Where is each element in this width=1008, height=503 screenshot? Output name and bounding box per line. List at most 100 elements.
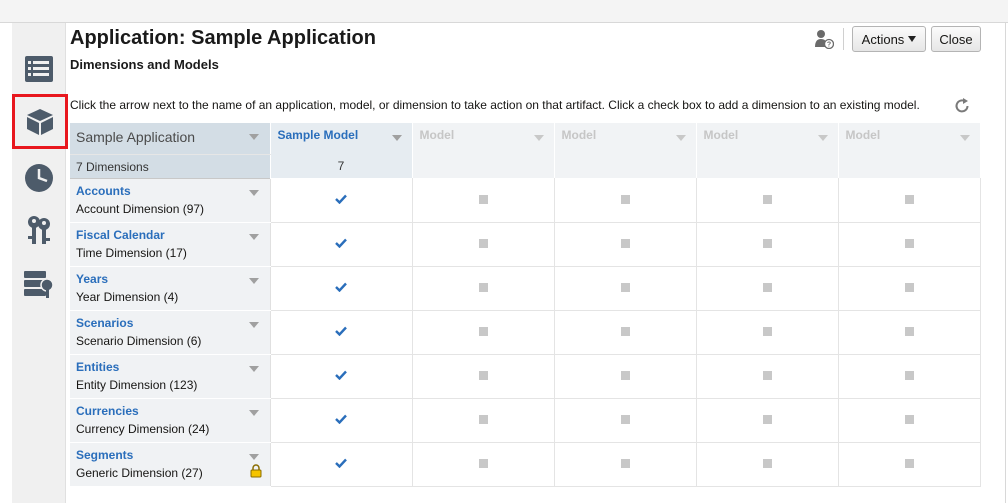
sidebar-item-overview[interactable] — [13, 43, 64, 95]
model-name: Model — [703, 128, 739, 142]
sidebar-item-databases[interactable] — [13, 258, 64, 310]
checkmark-icon[interactable] — [335, 326, 347, 336]
model-membership-cell — [696, 354, 839, 399]
empty-checkbox[interactable] — [904, 415, 914, 424]
empty-checkbox[interactable] — [904, 239, 914, 248]
empty-checkbox[interactable] — [478, 194, 488, 204]
dimension-count-cell: 7 Dimensions — [70, 154, 270, 179]
empty-checkbox[interactable] — [478, 327, 488, 336]
model-menu-arrow-icon[interactable] — [959, 135, 970, 141]
model-membership-cell — [838, 222, 981, 267]
dimension-menu-arrow-icon[interactable] — [249, 189, 259, 196]
checkmark-icon[interactable] — [335, 370, 347, 380]
empty-checkbox[interactable] — [762, 239, 772, 248]
model-menu-arrow-icon[interactable] — [391, 135, 402, 141]
empty-checkbox[interactable] — [904, 459, 914, 468]
dimension-menu-arrow-icon[interactable] — [249, 233, 259, 240]
dimension-name-link[interactable]: Accounts — [76, 184, 131, 198]
empty-checkbox[interactable] — [478, 459, 488, 468]
empty-checkbox[interactable] — [762, 415, 772, 424]
empty-checkbox[interactable] — [904, 371, 914, 380]
dimension-cell: Segments Generic Dimension (27) — [70, 442, 271, 487]
dimension-type: Account Dimension (97) — [76, 201, 205, 216]
cube-icon — [27, 108, 53, 135]
model-membership-cell — [696, 222, 839, 267]
empty-checkbox[interactable] — [478, 239, 488, 248]
dimension-cell: Fiscal Calendar Time Dimension (17) — [70, 222, 271, 267]
dimension-name-link[interactable]: Scenarios — [76, 316, 133, 330]
empty-checkbox[interactable] — [762, 371, 772, 380]
checkmark-icon[interactable] — [335, 282, 347, 292]
database-key-icon — [23, 271, 54, 298]
dimension-menu-arrow-icon[interactable] — [249, 321, 259, 328]
dimension-menu-arrow-icon[interactable] — [249, 453, 259, 460]
model-membership-cell — [270, 398, 413, 443]
table-row: Currencies Currency Dimension (24) — [70, 398, 981, 443]
empty-checkbox[interactable] — [620, 459, 630, 468]
model-membership-cell — [412, 222, 555, 267]
empty-checkbox[interactable] — [904, 194, 914, 204]
empty-checkbox[interactable] — [904, 327, 914, 336]
empty-checkbox[interactable] — [904, 283, 914, 292]
model-name[interactable]: Sample Model — [278, 128, 359, 142]
model-membership-cell — [838, 398, 981, 443]
close-button[interactable]: Close — [931, 26, 981, 52]
checkmark-icon[interactable] — [335, 458, 347, 468]
user-help-icon[interactable]: ? — [814, 29, 834, 49]
dimension-menu-arrow-icon[interactable] — [249, 409, 259, 416]
top-header-strip — [0, 0, 1008, 23]
model-menu-arrow-icon[interactable] — [675, 135, 686, 141]
empty-checkbox[interactable] — [620, 194, 630, 204]
model-membership-cell — [696, 178, 839, 223]
empty-checkbox[interactable] — [478, 371, 488, 380]
dimension-name-link[interactable]: Entities — [76, 360, 119, 374]
empty-checkbox[interactable] — [620, 371, 630, 380]
model-menu-arrow-icon[interactable] — [533, 135, 544, 141]
dimension-name-link[interactable]: Years — [76, 272, 108, 286]
model-membership-cell — [270, 222, 413, 267]
checkmark-icon[interactable] — [335, 238, 347, 248]
checkmark-icon[interactable] — [335, 414, 347, 424]
dimension-name-link[interactable]: Currencies — [76, 404, 139, 418]
dimension-name-link[interactable]: Segments — [76, 448, 133, 462]
model-membership-cell — [696, 442, 839, 487]
dimension-type: Scenario Dimension (6) — [76, 333, 202, 348]
dimensions-models-grid: Sample Application Sample Model 7 Model Mode… — [70, 123, 981, 487]
sidebar-item-history[interactable] — [13, 152, 64, 204]
grid-header-row: Sample Application Sample Model 7 Model Mode… — [70, 123, 980, 178]
table-row: Segments Generic Dimension (27) — [70, 442, 981, 487]
empty-checkbox[interactable] — [478, 283, 488, 292]
table-row: Accounts Account Dimension (97) — [70, 178, 981, 223]
model-membership-cell — [270, 442, 413, 487]
empty-checkbox[interactable] — [620, 415, 630, 424]
model-membership-cell — [838, 442, 981, 487]
section-title: Dimensions and Models — [70, 57, 219, 72]
dimension-name-link[interactable]: Fiscal Calendar — [76, 228, 165, 242]
dimension-cell: Accounts Account Dimension (97) — [70, 178, 271, 223]
checkmark-icon[interactable] — [335, 194, 347, 204]
dimension-cell: Entities Entity Dimension (123) — [70, 354, 271, 399]
empty-checkbox[interactable] — [620, 239, 630, 248]
model-membership-cell — [554, 266, 697, 311]
empty-checkbox[interactable] — [762, 283, 772, 292]
dimension-menu-arrow-icon[interactable] — [249, 277, 259, 284]
sidebar-item-security[interactable] — [13, 204, 64, 256]
empty-checkbox[interactable] — [620, 327, 630, 336]
model-menu-arrow-icon[interactable] — [817, 135, 828, 141]
empty-checkbox[interactable] — [478, 415, 488, 424]
window-border — [1005, 22, 1006, 503]
model-dimension-count: 7 — [337, 159, 345, 173]
empty-checkbox[interactable] — [762, 459, 772, 468]
toolbar-separator — [843, 28, 844, 50]
empty-checkbox[interactable] — [620, 283, 630, 292]
model-header-cell: Model — [837, 123, 980, 178]
model-membership-cell — [838, 310, 981, 355]
table-row: Scenarios Scenario Dimension (6) — [70, 310, 981, 355]
refresh-icon[interactable] — [953, 97, 971, 115]
dimension-menu-arrow-icon[interactable] — [249, 365, 259, 372]
application-menu-arrow-icon[interactable] — [249, 134, 259, 140]
empty-checkbox[interactable] — [762, 194, 772, 204]
empty-checkbox[interactable] — [762, 327, 772, 336]
actions-button[interactable]: Actions — [852, 26, 926, 52]
sidebar-item-dimensions-models[interactable] — [12, 94, 68, 149]
